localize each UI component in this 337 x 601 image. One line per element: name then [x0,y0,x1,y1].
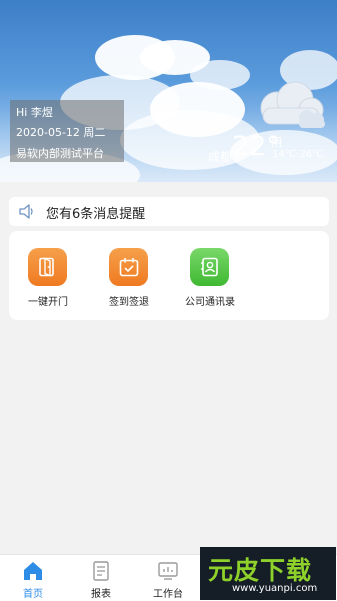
app-one-key-open-door[interactable]: 一键开门 [9,247,89,313]
watermark: 元皮下载 www.yuanpi.com [200,547,336,600]
app-company-contacts[interactable]: 公司通讯录 [171,247,251,313]
weather-condition: 阴 [271,136,282,149]
tab-report[interactable]: 报表 [71,555,131,601]
greeting-text: Hi 李煜 [16,106,53,119]
watermark-url: www.yuanpi.com [232,583,318,594]
tab-label: 工作台 [153,589,183,600]
tab-home[interactable]: 首页 [3,555,63,601]
app-label: 签到签退 [109,297,149,308]
app-tile [109,248,148,286]
report-icon [93,561,109,581]
cloudy-icon [260,81,325,128]
notice-bar[interactable]: 您有6条消息提醒 [9,197,329,226]
platform-name: 易软内部测试平台 [16,147,104,160]
weather-city: 成都 [208,150,233,164]
home-icon [24,562,42,580]
tab-label: 报表 [91,589,111,600]
watermark-logo: 元皮下载 [208,556,313,585]
workbench-icon [158,562,178,580]
tab-label: 首页 [23,589,43,600]
speaker-icon [19,204,33,219]
calendar-check-icon [119,258,139,277]
door-icon [39,257,54,277]
notice-text: 您有6条消息提醒 [46,207,146,222]
weather-header: Hi 李煜 2020-05-12 周二 易软内部测试平台 成都 22° 阴 14… [0,0,337,182]
quick-apps-panel: 一键开门 签到签退 公司通讯录 [9,231,329,320]
date-text: 2020-05-12 周二 [16,126,106,139]
app-tile [190,248,229,286]
app-label: 公司通讯录 [185,297,235,308]
weather-range: 14℃-26℃ [272,149,324,160]
app-tile [28,248,67,286]
contacts-icon [201,257,218,277]
app-label: 一键开门 [28,297,68,308]
app-check-in-out[interactable]: 签到签退 [90,247,170,313]
tab-workbench[interactable]: 工作台 [138,555,198,601]
